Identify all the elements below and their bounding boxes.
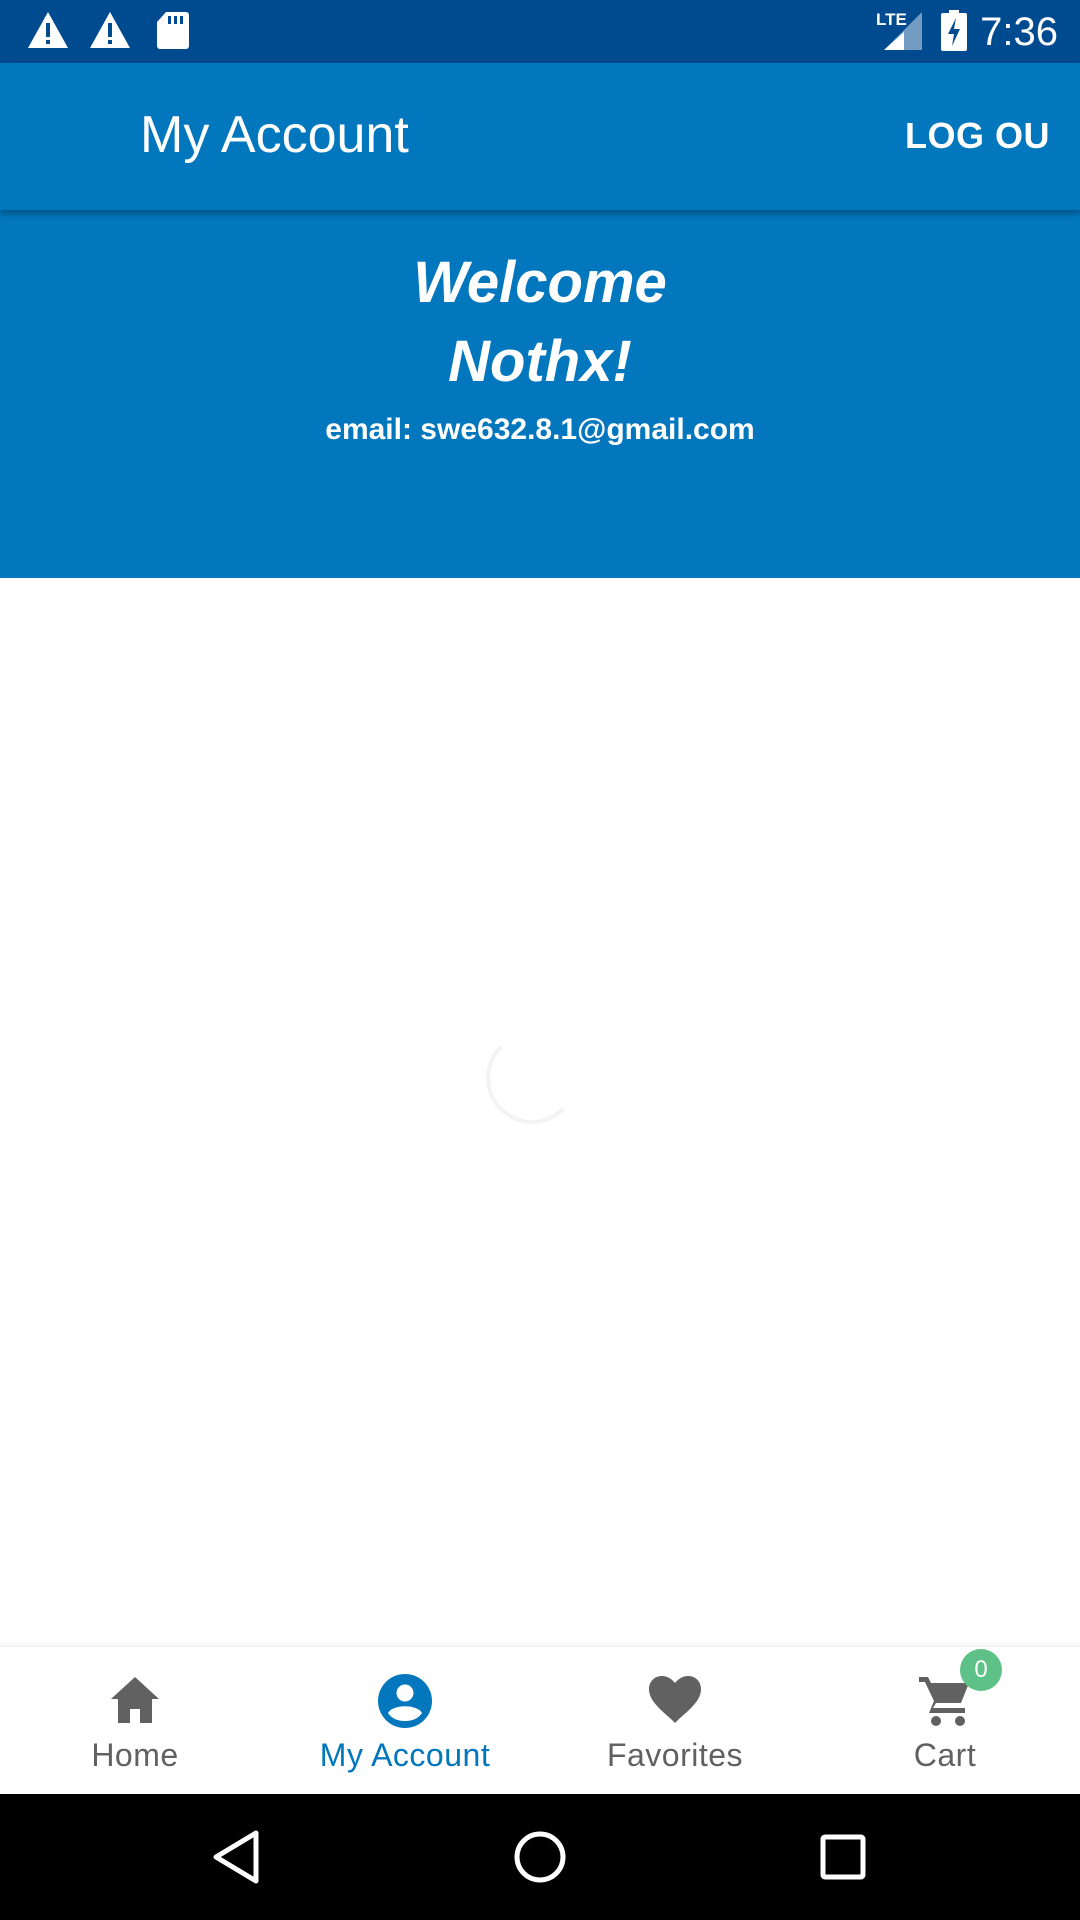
- heart-icon: [649, 1676, 701, 1723]
- logout-button[interactable]: LOG OU: [905, 113, 1050, 159]
- nav-label-home: Home: [91, 1737, 179, 1773]
- home-icon: [111, 1677, 159, 1723]
- sd-card-icon: [157, 12, 189, 49]
- nav-label-favorites: Favorites: [606, 1737, 744, 1773]
- nav-label-cart: Cart: [913, 1737, 977, 1773]
- recents-icon[interactable]: [810, 1824, 876, 1890]
- bottom-navigation: Home My Account Favorites Cart: [0, 1646, 1080, 1794]
- welcome-text: Welcome: [413, 250, 667, 315]
- battery-charging-icon: [941, 10, 967, 51]
- home-circle-icon[interactable]: [507, 1824, 573, 1890]
- app-bar: My Account LOG OU: [0, 63, 1080, 210]
- page-title: My Account: [140, 106, 409, 164]
- app-screen: LTE 7:36 My Account LOG OU Welcome Nothx…: [0, 0, 1080, 1920]
- nav-item-my-account[interactable]: My Account: [270, 1647, 540, 1795]
- status-bar: LTE 7:36: [0, 0, 1080, 63]
- cart-count-badge: 0: [960, 1649, 1002, 1691]
- nav-label-my-account: My Account: [319, 1737, 491, 1773]
- system-navigation-bar: [0, 1794, 1080, 1920]
- account-icon: [378, 1674, 432, 1728]
- warning-icon: [90, 12, 130, 48]
- email-text: email: swe632.8.1@gmail.com: [325, 413, 755, 446]
- nav-item-favorites[interactable]: Favorites: [540, 1647, 810, 1795]
- warning-icon: [28, 12, 68, 48]
- nav-item-home[interactable]: Home: [0, 1647, 270, 1795]
- loading-spinner: [486, 1032, 578, 1124]
- network-type-label: LTE: [876, 10, 907, 29]
- back-icon[interactable]: [204, 1824, 270, 1890]
- username-text: Nothx!: [448, 329, 632, 394]
- status-time: 7:36: [980, 10, 1058, 54]
- welcome-header: Welcome Nothx! email: swe632.8.1@gmail.c…: [0, 210, 1080, 578]
- nav-item-cart[interactable]: Cart: [810, 1647, 1080, 1795]
